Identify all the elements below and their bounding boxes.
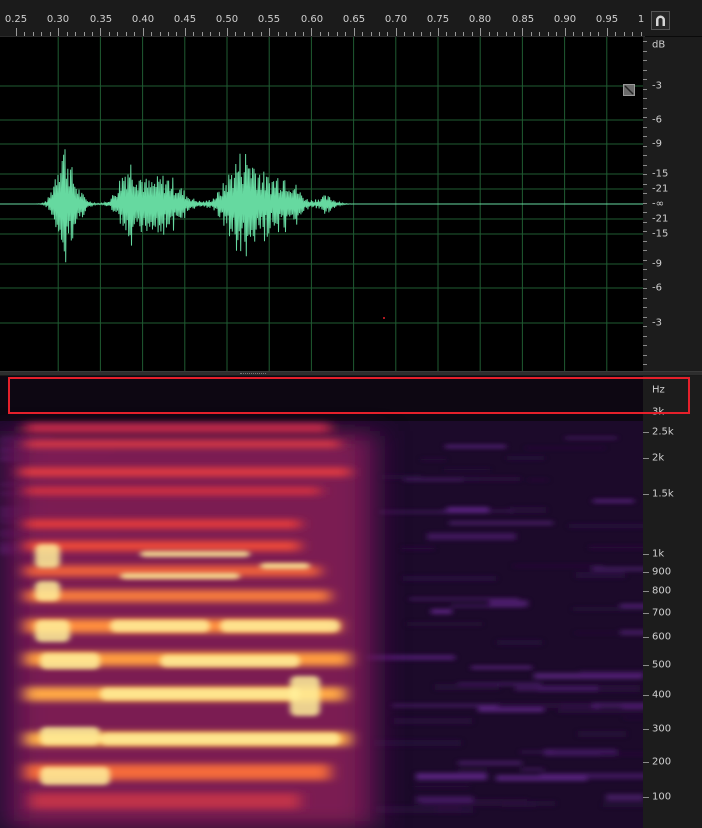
db-label: -9 [652,258,662,270]
time-label: 1 [637,14,645,25]
hz-unit-label: Hz [652,384,665,396]
hz-label: 900 [652,566,672,578]
db-label: -15 [652,168,669,180]
db-label: -3 [652,80,662,92]
hz-label: 600 [652,631,672,643]
waveform-display [0,37,643,371]
hz-label: 700 [652,607,672,619]
db-label: -21 [652,213,669,225]
time-ruler[interactable]: 0.25 0.30 0.35 0.40 0.45 0.50 0.55 0.60 … [0,0,645,37]
snap-button[interactable] [651,11,670,30]
hz-label: 800 [652,585,672,597]
time-label: 0.65 [342,14,366,25]
time-label: 0.25 [4,14,28,25]
time-label: 0.80 [468,14,492,25]
time-label: 0.90 [553,14,577,25]
time-label: 0.40 [131,14,155,25]
time-label: 0.45 [173,14,197,25]
hz-label: 3k [652,406,665,418]
frequency-ruler[interactable]: Hz 3k 2.5k 2k 1.5k 1k 900 800 700 600 50… [643,376,702,828]
hz-label: 300 [652,723,672,735]
time-label: 0.75 [426,14,450,25]
time-label: 0.55 [257,14,281,25]
hz-label: 500 [652,659,672,671]
zoom-fit-icon [623,84,635,96]
db-label: -3 [652,317,662,329]
magnet-icon [656,15,665,26]
spectral-frequency-display[interactable] [0,376,643,828]
db-label: -9 [652,138,662,150]
db-label: -6 [652,282,662,294]
db-label: -6 [652,114,662,126]
db-unit-label: dB [652,39,666,51]
hz-label: 100 [652,791,672,803]
db-label: -∞ [652,198,664,210]
zoom-fit-button[interactable] [623,84,635,96]
time-label: 0.35 [89,14,113,25]
hz-label: 2k [652,452,665,464]
time-label: 0.50 [215,14,239,25]
time-label: 0.70 [384,14,408,25]
hz-label: 1k [652,548,665,560]
time-label: 0.30 [46,14,70,25]
db-label: -15 [652,228,669,240]
time-label: 0.60 [300,14,324,25]
waveform-panel[interactable] [0,37,643,371]
spectrogram [0,376,643,828]
amplitude-ruler[interactable]: dB -3 -6 -9 -15 -21 -∞ -21 -15 -9 -6 -3 [643,37,702,371]
db-label: -21 [652,183,669,195]
hz-label: 400 [652,689,672,701]
time-label: 0.85 [511,14,535,25]
divider-grip [240,373,266,375]
hz-label: 2.5k [652,426,674,438]
time-label: 0.95 [595,14,619,25]
hz-label: 200 [652,756,672,768]
hz-label: 1.5k [652,488,674,500]
